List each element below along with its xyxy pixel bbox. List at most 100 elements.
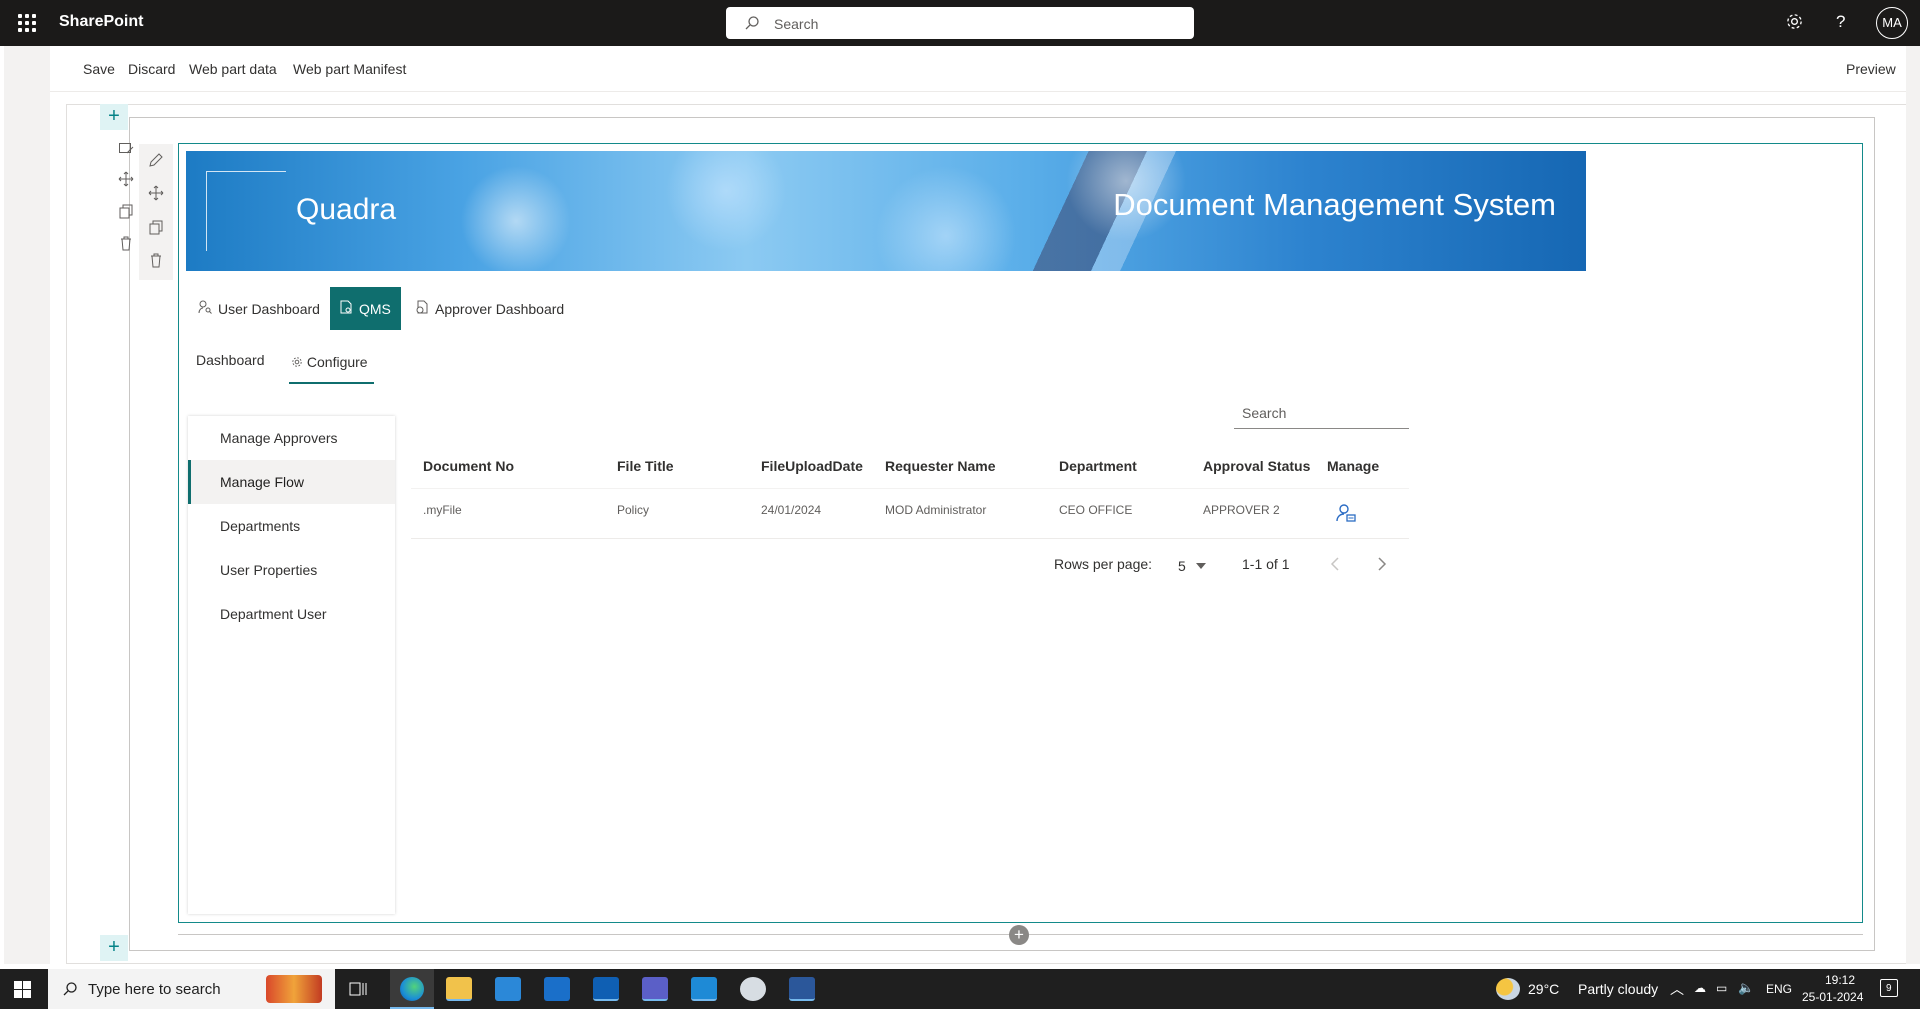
nav-manage-flow[interactable]: Manage Flow — [188, 460, 395, 504]
left-rail — [4, 46, 50, 964]
config-side-nav: Manage Approvers Manage Flow Departments… — [188, 416, 395, 914]
outlook-icon[interactable] — [593, 977, 619, 1001]
move-webpart-icon[interactable] — [148, 185, 164, 206]
search-icon — [744, 15, 760, 36]
delete-webpart-icon[interactable] — [148, 252, 164, 273]
weather-icon[interactable] — [1496, 978, 1520, 1000]
windows-taskbar: Type here to search 29°C Partly cloudy ︿… — [0, 969, 1920, 1009]
language-indicator[interactable]: ENG — [1766, 982, 1792, 996]
notification-center-icon[interactable]: 9 — [1880, 979, 1898, 997]
rows-per-page-select[interactable]: 5 — [1178, 556, 1206, 574]
pivot-configure-label: Configure — [306, 354, 368, 370]
header-banner: Quadra Document Management System — [186, 151, 1586, 271]
webpart-toolbar — [139, 144, 173, 280]
gear-icon[interactable] — [1785, 12, 1804, 36]
tab-user-dashboard[interactable]: User Dashboard — [188, 287, 330, 330]
suite-bar: SharePoint Search ? MA — [0, 0, 1920, 46]
cell-file-title: Policy — [617, 503, 650, 517]
nav-user-properties[interactable]: User Properties — [188, 548, 395, 592]
table-search-input[interactable]: Search — [1234, 401, 1409, 429]
duplicate-webpart-icon[interactable] — [148, 219, 164, 240]
windows-start-icon[interactable] — [14, 981, 31, 1003]
search-icon — [62, 981, 78, 1002]
taskbar-search-placeholder: Type here to search — [88, 981, 221, 998]
avatar[interactable]: MA — [1876, 7, 1908, 39]
next-page-icon[interactable] — [1377, 557, 1387, 574]
tab-label: User Dashboard — [218, 300, 320, 317]
tab-label: QMS — [359, 300, 391, 317]
edit-section-icon[interactable] — [118, 141, 134, 161]
web-part-data-button[interactable]: Web part data — [189, 61, 277, 77]
save-button[interactable]: Save — [83, 61, 115, 77]
discard-button[interactable]: Discard — [128, 61, 175, 77]
app-title: Document Management System — [1113, 187, 1556, 222]
clock-time[interactable]: 19:12 — [1818, 973, 1862, 987]
rows-per-page-value: 5 — [1178, 558, 1186, 574]
global-search-placeholder: Search — [774, 16, 819, 32]
approver-icon — [415, 300, 429, 317]
task-view-icon[interactable] — [349, 980, 367, 1003]
file-explorer-icon[interactable] — [446, 977, 472, 1001]
column-header-document-no[interactable]: Document No — [423, 458, 514, 474]
column-header-file-title[interactable]: File Title — [617, 458, 674, 474]
chevron-down-icon — [1195, 556, 1206, 572]
column-header-requester-name[interactable]: Requester Name — [885, 458, 996, 474]
user-search-icon — [198, 300, 212, 317]
preview-button[interactable]: Preview — [1846, 61, 1896, 77]
network-icon[interactable]: ▭ — [1716, 981, 1727, 995]
table-search-placeholder: Search — [1242, 405, 1287, 421]
add-section-bottom-button[interactable]: + — [100, 935, 128, 961]
volume-muted-icon[interactable]: 🔈 — [1738, 980, 1754, 996]
gear-icon — [291, 355, 303, 371]
tab-label: Approver Dashboard — [435, 300, 565, 317]
help-icon[interactable]: ? — [1836, 12, 1845, 32]
edge-app-icon[interactable] — [390, 969, 434, 1009]
microsoft-store-icon[interactable] — [495, 977, 521, 1001]
delete-section-icon[interactable] — [118, 235, 134, 255]
onedrive-icon[interactable]: ☁ — [1694, 981, 1706, 995]
vscode-icon[interactable] — [691, 977, 717, 1001]
column-header-department[interactable]: Department — [1059, 458, 1137, 474]
column-header-file-upload-date[interactable]: FileUploadDate — [761, 458, 863, 474]
pivot-dashboard[interactable]: Dashboard — [196, 352, 265, 368]
notification-count: 9 — [1886, 983, 1892, 994]
mail-icon[interactable] — [544, 977, 570, 1001]
weather-temp[interactable]: 29°C — [1528, 981, 1559, 997]
column-header-approval-status[interactable]: Approval Status — [1203, 458, 1310, 474]
header-divider — [411, 488, 1409, 489]
pivot-configure[interactable]: Configure — [291, 354, 368, 371]
manage-user-icon[interactable] — [1336, 503, 1356, 528]
app-launcher-icon[interactable] — [18, 14, 36, 32]
nav-department-user[interactable]: Department User — [188, 592, 395, 636]
chevron-up-icon[interactable]: ︿ — [1670, 979, 1684, 999]
edit-webpart-icon[interactable] — [148, 152, 164, 173]
weather-desc[interactable]: Partly cloudy — [1578, 981, 1658, 997]
command-bar: Save Discard Web part data Web part Mani… — [50, 46, 1906, 92]
word-icon[interactable] — [789, 977, 815, 1001]
column-header-manage: Manage — [1327, 458, 1380, 474]
add-webpart-button[interactable]: + — [1009, 925, 1029, 945]
cell-department: CEO OFFICE — [1059, 503, 1133, 517]
add-section-top-button[interactable]: + — [100, 104, 128, 130]
previous-page-icon[interactable] — [1330, 557, 1340, 574]
global-search-box[interactable]: Search — [726, 7, 1194, 39]
tab-approver-dashboard[interactable]: Approver Dashboard — [405, 287, 574, 330]
search-highlight-icon — [266, 975, 322, 1003]
snipping-tool-icon[interactable] — [740, 977, 766, 1001]
cell-approval-status: APPROVER 2 — [1203, 503, 1280, 517]
right-rail — [1906, 46, 1920, 964]
move-section-icon[interactable] — [118, 171, 134, 191]
brand-label[interactable]: SharePoint — [59, 13, 143, 31]
clock-date[interactable]: 25-01-2024 — [1802, 990, 1863, 1004]
tab-qms[interactable]: QMS — [330, 287, 401, 330]
cell-document-no: .myFile — [423, 503, 462, 517]
document-icon — [340, 300, 353, 317]
taskbar-search-box[interactable]: Type here to search — [48, 969, 335, 1009]
nav-departments[interactable]: Departments — [188, 504, 395, 548]
nav-manage-approvers[interactable]: Manage Approvers — [188, 416, 395, 460]
company-name: Quadra — [296, 193, 397, 226]
company-logo-image — [206, 171, 286, 251]
duplicate-section-icon[interactable] — [118, 203, 134, 223]
teams-icon[interactable] — [642, 977, 668, 1001]
web-part-manifest-button[interactable]: Web part Manifest — [293, 61, 406, 77]
